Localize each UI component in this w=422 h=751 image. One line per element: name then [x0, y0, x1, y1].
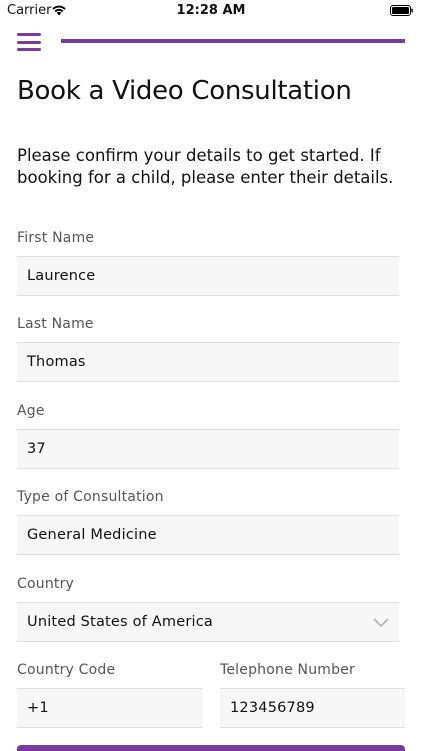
hamburger-icon[interactable]	[17, 33, 41, 51]
country-select-value: United States of America	[27, 614, 213, 630]
hamburger-line	[17, 40, 41, 44]
country-code-label: Country Code	[17, 662, 116, 678]
battery-icon	[390, 5, 413, 16]
age-field[interactable]: 37	[17, 429, 399, 469]
country-label: Country	[17, 576, 75, 592]
clock-time: 12:28 AM	[176, 3, 246, 18]
country-code-field[interactable]: +1	[17, 688, 203, 728]
country-select[interactable]: United States of America	[17, 602, 399, 642]
hamburger-line	[17, 33, 41, 36]
first-name-field[interactable]: Laurence	[17, 256, 399, 296]
status-bar: Carrier 12:28 AM	[0, 0, 422, 22]
first-name-label: First Name	[17, 230, 95, 246]
page-title: Book a Video Consultation	[17, 76, 352, 106]
consultation-type-field[interactable]: General Medicine	[17, 515, 399, 555]
telephone-field[interactable]: 123456789	[220, 688, 405, 728]
last-name-label: Last Name	[17, 316, 94, 332]
hamburger-line	[17, 48, 41, 51]
continue-button[interactable]	[17, 745, 405, 751]
last-name-field[interactable]: Thomas	[17, 342, 399, 382]
intro-text: Please confirm your details to get start…	[17, 146, 394, 187]
age-label: Age	[17, 403, 45, 419]
progress-bar-fill	[61, 39, 405, 43]
consultation-type-label: Type of Consultation	[17, 489, 164, 505]
telephone-label: Telephone Number	[220, 662, 355, 678]
progress-bar	[61, 39, 405, 43]
chevron-down-icon	[373, 618, 389, 628]
